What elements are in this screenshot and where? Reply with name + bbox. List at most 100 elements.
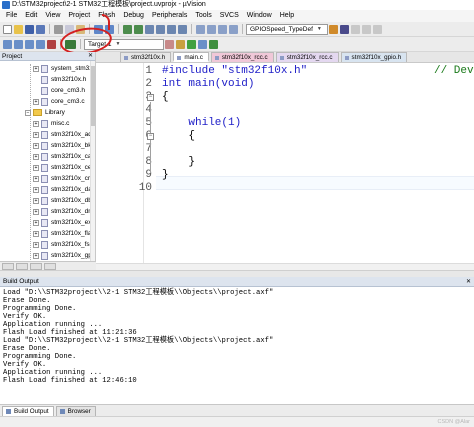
panel-splitter[interactable] — [0, 270, 474, 277]
tab-main-c[interactable]: main.c — [173, 52, 209, 62]
editor-horizontal-scrollbar[interactable] — [96, 263, 474, 270]
tree-item[interactable]: + core_cm3.c — [33, 96, 85, 107]
tree-item[interactable]: + stm32f10x_can — [33, 151, 95, 162]
tab-browser[interactable]: Browser — [55, 406, 96, 416]
menu-edit[interactable]: Edit — [21, 10, 41, 22]
tree-item[interactable]: + system_stm32 — [33, 63, 93, 74]
chevron-down-icon[interactable]: ▼ — [317, 25, 322, 34]
tree-item[interactable]: core_cm3.h — [41, 85, 85, 96]
expand-toggle-icon[interactable]: + — [33, 153, 39, 160]
save-all-icon[interactable] — [36, 24, 45, 34]
tab-stm32f10x-h[interactable]: stm32f10x.h — [120, 52, 172, 62]
find-icon[interactable] — [329, 24, 338, 34]
manage-run-time-icon[interactable] — [198, 39, 207, 49]
tab-stm32f10x-rcc-c-2[interactable]: stm32f10x_rcc.c — [275, 52, 339, 62]
expand-toggle-icon[interactable]: + — [33, 252, 39, 259]
tree-item[interactable]: + stm32f10x_dac — [33, 184, 95, 195]
cut-icon[interactable] — [54, 24, 63, 34]
navigate-back-icon[interactable] — [123, 24, 132, 34]
close-icon[interactable]: ✕ — [88, 52, 93, 61]
tree-item[interactable]: stm32f10x.h — [41, 74, 86, 85]
expand-toggle-icon[interactable]: + — [33, 175, 39, 182]
expand-toggle-icon[interactable]: + — [33, 186, 39, 193]
new-file-icon[interactable] — [3, 24, 12, 34]
expand-toggle-icon[interactable]: + — [33, 98, 39, 105]
tree-item[interactable]: + stm32f10x_flas — [33, 228, 95, 239]
expand-toggle-icon[interactable]: + — [33, 164, 39, 171]
tree-item[interactable]: + stm32f10x_dbg — [33, 195, 95, 206]
expand-toggle-icon[interactable]: + — [33, 65, 39, 72]
expand-toggle-icon[interactable]: + — [33, 120, 39, 127]
expand-toggle-icon[interactable]: + — [33, 131, 39, 138]
next-bookmark-icon[interactable] — [167, 24, 176, 34]
collapse-toggle-icon[interactable]: − — [25, 109, 31, 116]
settings-icon[interactable] — [351, 24, 360, 34]
debug-session-icon[interactable] — [340, 24, 349, 34]
menu-window[interactable]: Window — [243, 10, 276, 22]
tab-stm32f10x-gpio-h[interactable]: stm32f10x_gpio.h — [340, 52, 408, 62]
translate-icon[interactable] — [3, 39, 12, 49]
menu-project[interactable]: Project — [64, 10, 94, 22]
build-icon[interactable] — [14, 39, 23, 49]
menu-svcs[interactable]: SVCS — [216, 10, 243, 22]
tree-item[interactable]: + stm32f10x_exti — [33, 217, 95, 228]
build-output-panel[interactable]: Load "D:\\STM32project\\2-1 STM32工程模板\\O… — [0, 287, 474, 404]
open-folder-icon[interactable] — [14, 24, 23, 34]
file-icon — [41, 240, 48, 249]
rebuild-icon[interactable] — [25, 39, 34, 49]
templates-tab-icon[interactable] — [44, 263, 56, 270]
target-options-icon[interactable] — [165, 39, 174, 49]
configure-icon[interactable] — [373, 24, 382, 34]
expand-toggle-icon[interactable]: + — [33, 241, 39, 248]
functions-tab-icon[interactable] — [30, 263, 42, 270]
books-tab-icon[interactable] — [16, 263, 28, 270]
tree-item[interactable]: + stm32f10x_bkp — [33, 140, 95, 151]
expand-toggle-icon[interactable]: + — [33, 142, 39, 149]
unindent-icon[interactable] — [207, 24, 216, 34]
comment-icon[interactable] — [218, 24, 227, 34]
project-scrollbar-thumb[interactable] — [91, 66, 95, 126]
stop-build-icon[interactable] — [47, 39, 56, 49]
tab-stm32f10x-rcc-c[interactable]: stm32f10x_rcc.c — [210, 52, 274, 62]
menu-view[interactable]: View — [41, 10, 64, 22]
tree-item[interactable]: + stm32f10x_fsm — [33, 239, 95, 250]
tree-item[interactable]: + stm32f10x_dma — [33, 206, 95, 217]
tree-item-folder[interactable]: − Library — [25, 107, 65, 118]
pack-installer-icon[interactable] — [209, 39, 218, 49]
prev-bookmark-icon[interactable] — [156, 24, 165, 34]
file-extensions-icon[interactable] — [176, 39, 185, 49]
fold-toggle-icon[interactable]: − — [147, 94, 154, 101]
chevron-down-icon[interactable]: ▼ — [116, 40, 121, 49]
menu-file[interactable]: File — [2, 10, 21, 22]
menu-debug[interactable]: Debug — [119, 10, 148, 22]
tree-item[interactable]: + stm32f10x_gpio — [33, 250, 95, 261]
expand-toggle-icon[interactable]: + — [33, 197, 39, 204]
menu-tools[interactable]: Tools — [191, 10, 215, 22]
fold-toggle-icon[interactable]: − — [147, 133, 154, 140]
code-editor[interactable]: 1 2 3 4 5 6 7 8 9 10 − − #include "stm32… — [96, 63, 474, 270]
tree-item[interactable]: + stm32f10x_adc — [33, 129, 95, 140]
expand-toggle-icon[interactable]: + — [33, 208, 39, 215]
manage-components-icon[interactable] — [187, 39, 196, 49]
close-icon[interactable]: ✕ — [466, 277, 471, 287]
bookmark-icon[interactable] — [145, 24, 154, 34]
window-layout-icon[interactable] — [362, 24, 371, 34]
menu-help[interactable]: Help — [276, 10, 298, 22]
tree-item[interactable]: + stm32f10x_cec — [33, 162, 95, 173]
navigate-forward-icon[interactable] — [134, 24, 143, 34]
menu-peripherals[interactable]: Peripherals — [148, 10, 191, 22]
expand-toggle-icon[interactable]: + — [33, 230, 39, 237]
tree-item[interactable]: + stm32f10x_crc — [33, 173, 93, 184]
save-icon[interactable] — [25, 24, 34, 34]
tree-item[interactable]: + misc.c — [33, 118, 69, 129]
build-output-line: Programming Done. — [3, 353, 77, 361]
find-combo[interactable]: GPIOSpeed_TypeDef ▼ — [246, 23, 328, 35]
menu-bar: File Edit View Project Flash Debug Perip… — [0, 10, 474, 22]
clear-bookmarks-icon[interactable] — [178, 24, 187, 34]
expand-toggle-icon[interactable]: + — [33, 219, 39, 226]
batch-build-icon[interactable] — [36, 39, 45, 49]
tab-build-output[interactable]: Build Output — [2, 406, 54, 416]
indent-icon[interactable] — [196, 24, 205, 34]
project-tab-icon[interactable] — [2, 263, 14, 270]
uncomment-icon[interactable] — [229, 24, 238, 34]
